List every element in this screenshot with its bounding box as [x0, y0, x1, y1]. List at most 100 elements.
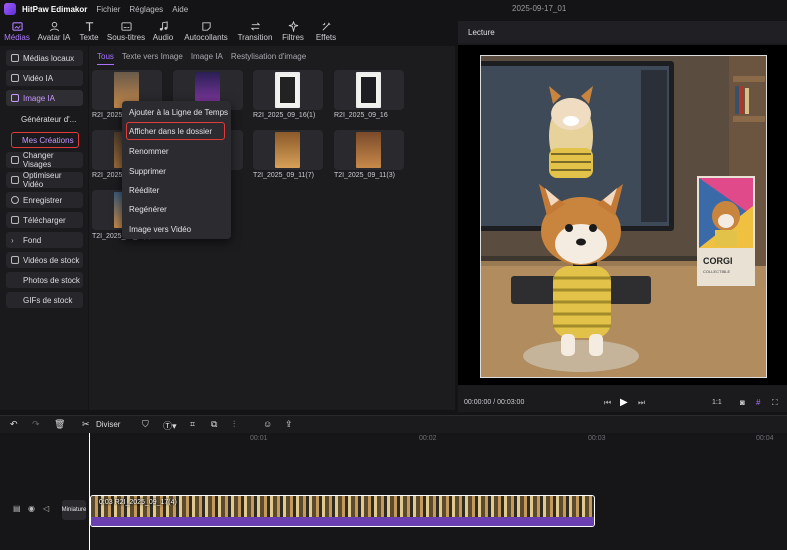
chevron-right-icon: ›: [11, 236, 14, 245]
tool-texte-label: Texte: [79, 33, 99, 42]
tab-texte-vers-image[interactable]: Texte vers Image: [122, 52, 183, 65]
app-name: HitPaw Edimakor: [22, 4, 88, 14]
play-icon[interactable]: ▶: [620, 397, 628, 408]
tool-filtres[interactable]: Filtres: [276, 19, 310, 45]
eye-icon[interactable]: ◉: [28, 504, 35, 513]
tool-sous-titres-label: Sous-titres: [106, 33, 146, 42]
sidebar-item-label: Médias locaux: [23, 53, 75, 63]
video-icon: [11, 74, 19, 82]
sidebar-item-generateur[interactable]: Générateur d'...: [6, 111, 83, 127]
preview-title: Lecture: [468, 28, 495, 37]
freeze-icon[interactable]: ⧉: [211, 419, 217, 430]
volume-icon[interactable]: ◁: [43, 504, 49, 513]
tool-transition[interactable]: Transition: [234, 19, 276, 45]
shield-icon[interactable]: ⛉: [142, 419, 149, 430]
sidebar-item-photos-stock[interactable]: Photos de stock: [6, 272, 83, 288]
sidebar-item-medias-locaux[interactable]: Médias locaux: [6, 50, 83, 66]
tool-transition-label: Transition: [237, 33, 273, 42]
image-icon: [11, 94, 19, 102]
face-icon[interactable]: ☺: [263, 419, 272, 429]
sidebar-item-mes-creations[interactable]: Mes Créations: [11, 132, 79, 148]
track-lock-icon[interactable]: ▤: [13, 504, 21, 513]
tab-tous[interactable]: Tous: [97, 52, 114, 65]
media-thumb[interactable]: [253, 130, 323, 170]
tool-sous-titres[interactable]: Sous-titres: [104, 19, 148, 45]
sidebar-item-videos-stock[interactable]: Vidéos de stock: [6, 252, 83, 268]
sidebar-item-label: Image IA: [23, 93, 56, 103]
tool-effets[interactable]: Effets: [310, 19, 342, 45]
sidebar-item-video-ia[interactable]: Vidéo IA: [6, 70, 83, 86]
sidebar-item-fond[interactable]: › Fond: [6, 232, 83, 248]
media-thumb[interactable]: [334, 130, 404, 170]
effects-icon: [322, 22, 330, 31]
thumbnail-image: [356, 72, 381, 108]
tab-image-ia[interactable]: Image IA: [191, 52, 223, 65]
next-frame-icon[interactable]: ⏭: [638, 398, 645, 408]
sidebar-item-telecharger[interactable]: Télécharger: [6, 212, 83, 228]
aspect-ratio-select[interactable]: 1:1: [712, 399, 722, 406]
tab-restylisation[interactable]: Restylisation d'image: [231, 52, 306, 65]
menu-item-rename[interactable]: Renommer: [129, 147, 169, 156]
tool-effets-label: Effets: [315, 33, 337, 42]
app-window: HitPaw Edimakor Fichier Réglages Aide 20…: [0, 0, 787, 550]
sidebar-item-optimiseur[interactable]: Optimiseur Vidéo: [6, 171, 83, 189]
redo-icon[interactable]: ↷: [32, 419, 40, 430]
menu-reglages[interactable]: Réglages: [129, 5, 163, 14]
fullscreen-icon[interactable]: ⛶: [772, 398, 778, 408]
split-button[interactable]: Diviser: [96, 420, 120, 429]
clip-audio-strip: [91, 517, 594, 526]
menu-item-regenerate[interactable]: Regénérer: [129, 205, 167, 214]
menu-fichier[interactable]: Fichier: [96, 5, 120, 14]
sidebar-item-label: Photos de stock: [23, 275, 80, 285]
sidebar-item-gifs-stock[interactable]: GIFs de stock: [6, 292, 83, 308]
sidebar-item-enregistrer[interactable]: Enregistrer: [6, 192, 83, 208]
prev-frame-icon[interactable]: ⏮: [604, 398, 611, 408]
media-thumb[interactable]: [334, 70, 404, 110]
tool-texte[interactable]: Texte: [74, 19, 104, 45]
menu-item-add-timeline[interactable]: Ajouter à la Ligne de Temps: [129, 108, 228, 117]
sidebar-item-label: Changer Visages: [22, 151, 54, 169]
sidebar-item-label: Vidéo IA: [23, 73, 54, 83]
context-menu: Ajouter à la Ligne de Temps Afficher dan…: [122, 101, 231, 239]
tool-audio[interactable]: Audio: [148, 19, 178, 45]
ruler-tick-label: 00:02: [419, 435, 437, 442]
timeline: 00:01 00:02 00:03 00:04 ▤ ◉ ◁ Miniature …: [0, 433, 787, 550]
delete-icon[interactable]: 🗑: [54, 419, 65, 430]
menu-item-image-to-video[interactable]: Image vers Vidéo: [129, 225, 191, 234]
text-dropdown-icon[interactable]: Ⓣ▾: [163, 419, 177, 432]
text-icon: [85, 22, 93, 32]
tool-medias-label: Médias: [4, 33, 30, 42]
menu-item-delete[interactable]: Supprimer: [129, 167, 166, 176]
media-tabs: Tous Texte vers Image Image IA Restylisa…: [97, 52, 306, 65]
tool-medias[interactable]: Médias: [0, 19, 34, 45]
sidebar-item-changer-visages[interactable]: Changer Visages: [6, 151, 83, 169]
sidebar-item-image-ia[interactable]: Image IA: [6, 90, 83, 106]
undo-icon[interactable]: ↶: [10, 419, 18, 430]
preview-header: Lecture: [458, 21, 787, 43]
menu-item-reedit[interactable]: Rééditer: [129, 186, 159, 195]
playback-bar: 00:00:00 / 00:03:00 ⏮ ▶ ⏭ 1:1 ◙ # ⛶: [458, 393, 787, 412]
tool-avatar-ia[interactable]: Avatar IA: [34, 19, 74, 45]
tool-autocollants[interactable]: Autocollants: [178, 19, 234, 45]
menu-item-show-folder[interactable]: Afficher dans le dossier: [129, 127, 212, 136]
camera-icon[interactable]: ◙: [740, 398, 745, 407]
sidebar-item-label: Télécharger: [23, 215, 66, 225]
playhead[interactable]: [89, 433, 90, 550]
export-frame-icon[interactable]: ⇪: [285, 419, 293, 430]
preview-image[interactable]: CORGI COLLECTIBLE: [480, 55, 767, 378]
media-thumb-label: T2I_2025_09_11(3): [334, 172, 395, 179]
media-thumb[interactable]: [253, 70, 323, 110]
menu-aide[interactable]: Aide: [172, 5, 188, 14]
crop-icon[interactable]: ⌗: [190, 419, 195, 430]
grid-icon[interactable]: #: [756, 398, 760, 407]
timeline-clip[interactable]: 0:03 R2I_2025_09_17(4): [90, 495, 595, 527]
transition-icon: [250, 22, 260, 31]
timecode: 00:00:00 / 00:03:00: [464, 399, 525, 406]
audio-wave-icon[interactable]: ⫶: [233, 419, 235, 430]
blank-icon: [11, 276, 19, 284]
subtitles-icon: [120, 22, 132, 31]
record-icon: [11, 196, 19, 204]
track-label[interactable]: Miniature: [62, 500, 86, 520]
title-bar: HitPaw Edimakor Fichier Réglages Aide 20…: [0, 0, 787, 18]
folder-icon: [11, 54, 19, 62]
